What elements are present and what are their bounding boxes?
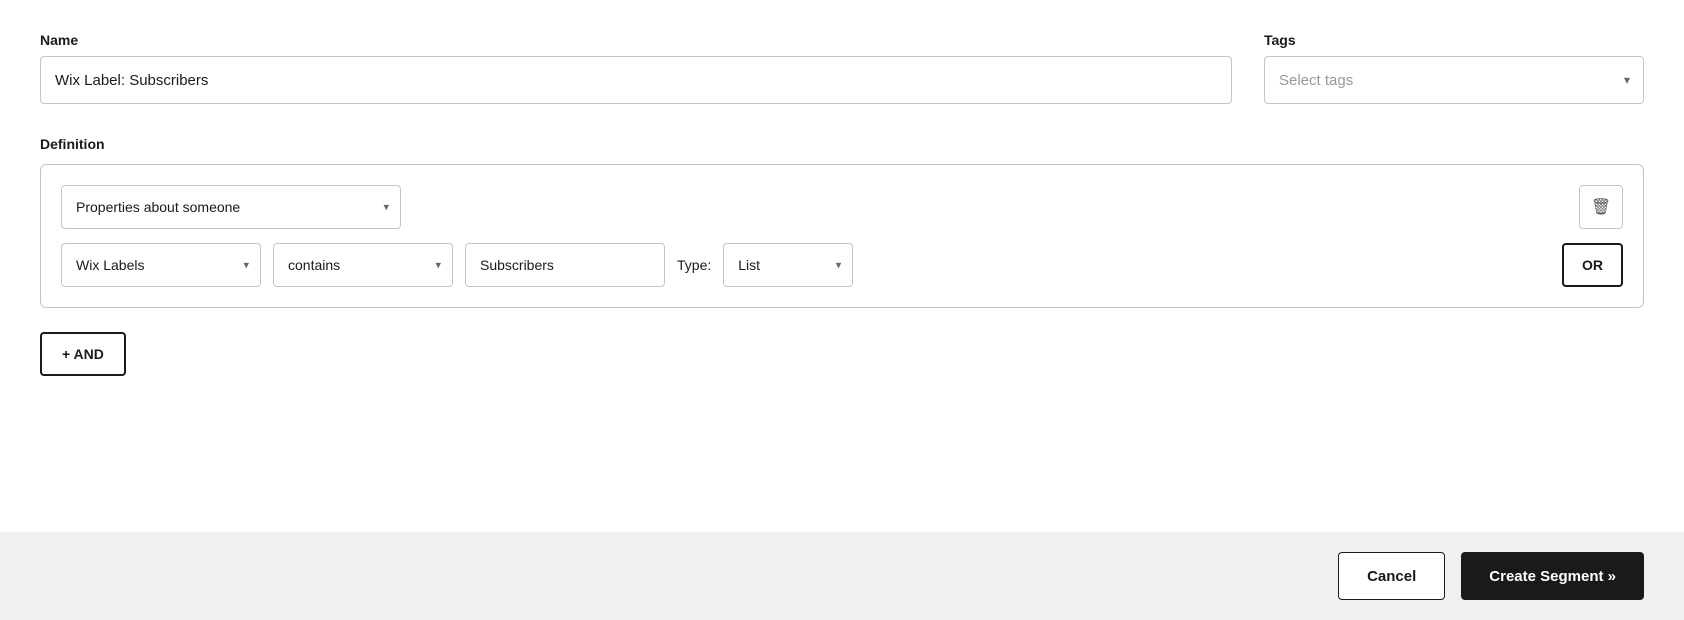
create-segment-button[interactable]: Create Segment » bbox=[1461, 552, 1644, 600]
definition-box: Properties about someone Properties abou… bbox=[40, 164, 1644, 308]
type-label: Type: bbox=[677, 257, 711, 273]
name-input[interactable] bbox=[40, 56, 1232, 104]
contains-select[interactable]: contains does not contain is is not bbox=[273, 243, 453, 287]
tags-label: Tags bbox=[1264, 32, 1644, 48]
tags-select[interactable]: Select tags bbox=[1264, 56, 1644, 104]
properties-select[interactable]: Properties about someone Properties abou… bbox=[61, 185, 401, 229]
name-label: Name bbox=[40, 32, 1232, 48]
and-button[interactable]: + AND bbox=[40, 332, 126, 376]
wix-labels-select[interactable]: Wix Labels Email Phone bbox=[61, 243, 261, 287]
trash-icon: 🗑 bbox=[1591, 197, 1611, 217]
or-button[interactable]: OR bbox=[1562, 243, 1623, 287]
properties-select-wrapper[interactable]: Properties about someone Properties abou… bbox=[61, 185, 401, 229]
type-select[interactable]: List Text Number bbox=[723, 243, 853, 287]
contains-select-wrapper[interactable]: contains does not contain is is not ▾ bbox=[273, 243, 453, 287]
wix-labels-select-wrapper[interactable]: Wix Labels Email Phone ▾ bbox=[61, 243, 261, 287]
definition-label: Definition bbox=[40, 136, 1644, 152]
subscribers-input[interactable] bbox=[465, 243, 665, 287]
footer-bar: Cancel Create Segment » bbox=[0, 532, 1684, 620]
delete-button[interactable]: 🗑 bbox=[1579, 185, 1623, 229]
cancel-button[interactable]: Cancel bbox=[1338, 552, 1445, 600]
tags-select-wrapper[interactable]: Select tags ▾ bbox=[1264, 56, 1644, 104]
type-select-wrapper[interactable]: List Text Number ▾ bbox=[723, 243, 853, 287]
